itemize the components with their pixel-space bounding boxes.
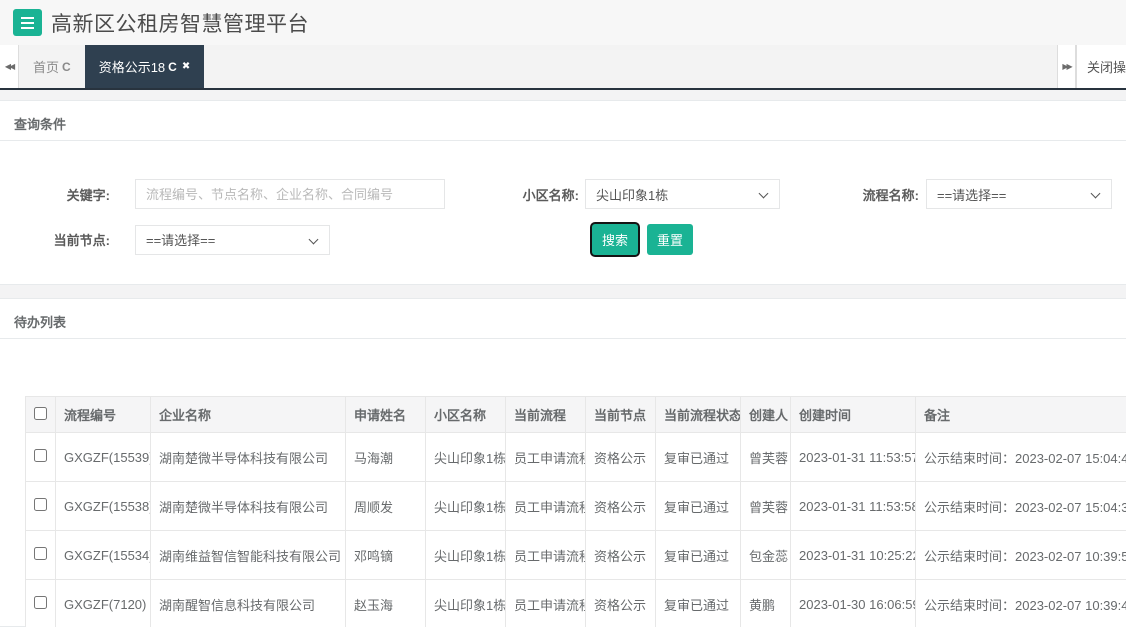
cell-process-status: 复审已通过 [656, 531, 741, 580]
app-title: 高新区公租房智慧管理平台 [51, 8, 309, 38]
chevron-down-icon [309, 234, 319, 244]
table-row: GXGZF(15538) 湖南楚微半导体科技有限公司 周顺发 尖山印象1栋 员工… [26, 482, 1126, 531]
reset-button[interactable]: 重置 [647, 224, 693, 255]
col-process-status: 当前流程状态 [656, 397, 741, 433]
cell-company-name: 湖南楚微半导体科技有限公司 [151, 482, 346, 531]
cell-current-process: 员工申请流程 [506, 482, 586, 531]
col-applicant-name: 申请姓名 [346, 397, 426, 433]
chevron-down-icon [1091, 189, 1101, 199]
cell-company-name: 湖南醒智信息科技有限公司 [151, 580, 346, 627]
col-community-name: 小区名称 [426, 397, 506, 433]
cell-process-number: GXGZF(15534) [56, 531, 151, 580]
table-row: GXGZF(15534) 湖南维益智信智能科技有限公司 邓鸣镝 尖山印象1栋 员… [26, 531, 1126, 580]
cell-current-process: 员工申请流程 [506, 433, 586, 482]
search-button[interactable]: 搜索 [592, 224, 638, 255]
todo-table: 流程编号 企业名称 申请姓名 小区名称 当前流程 当前节点 当前流程状态 创建人… [25, 396, 1126, 627]
row-checkbox[interactable] [34, 547, 47, 560]
table-row: GXGZF(7120) 湖南醒智信息科技有限公司 赵玉海 尖山印象1栋 员工申请… [26, 580, 1126, 627]
cell-create-time: 2023-01-31 11:53:58 [791, 482, 916, 531]
cell-company-name: 湖南楚微半导体科技有限公司 [151, 433, 346, 482]
cell-community-name: 尖山印象1栋 [426, 482, 506, 531]
process-select-value: ==请选择== [937, 185, 1006, 204]
todo-panel: 待办列表 流程编号 企业名称 申请姓名 小区名称 当前流程 当前节点 当前流程状… [0, 298, 1126, 627]
cell-process-status: 复审已通过 [656, 433, 741, 482]
cell-applicant-name: 赵玉海 [346, 580, 426, 627]
cell-process-status: 复审已通过 [656, 482, 741, 531]
tab-home[interactable]: 首页C [19, 45, 85, 88]
tab-qualification-publicity[interactable]: 资格公示18C ✖ [85, 45, 205, 88]
cell-current-node: 资格公示 [586, 482, 656, 531]
refresh-icon[interactable]: C [168, 60, 177, 74]
row-checkbox[interactable] [34, 596, 47, 609]
row-checkbox[interactable] [34, 449, 47, 462]
tabs-scroll-left-icon[interactable]: ◀◀ [0, 45, 19, 88]
cell-process-number: GXGZF(7120) [56, 580, 151, 627]
cell-current-node: 资格公示 [586, 433, 656, 482]
cell-remark: 公示结束时间：2023-02-07 10:39:53 [916, 531, 1126, 580]
cell-creator: 包金蕊 [741, 531, 791, 580]
table-row: GXGZF(15539) 湖南楚微半导体科技有限公司 马海潮 尖山印象1栋 员工… [26, 433, 1126, 482]
chevron-down-icon [759, 189, 769, 199]
cell-current-node: 资格公示 [586, 531, 656, 580]
process-name-label: 流程名称: [780, 185, 926, 204]
cell-remark: 公示结束时间：2023-02-07 15:04:42 [916, 433, 1126, 482]
cell-creator: 曾芙蓉 [741, 482, 791, 531]
cell-applicant-name: 邓鸣镝 [346, 531, 426, 580]
refresh-icon[interactable]: C [62, 60, 71, 74]
cell-applicant-name: 马海潮 [346, 433, 426, 482]
search-panel: 查询条件 关键字: 小区名称: 尖山印象1栋 流程名称: ==请选择== 当前节… [0, 100, 1126, 285]
process-name-select[interactable]: ==请选择== [926, 179, 1112, 209]
current-node-label: 当前节点: [0, 230, 135, 249]
cell-remark: 公示结束时间：2023-02-07 10:39:42 [916, 580, 1126, 627]
cell-company-name: 湖南维益智信智能科技有限公司 [151, 531, 346, 580]
col-create-time: 创建时间 [791, 397, 916, 433]
cell-create-time: 2023-01-30 16:06:59 [791, 580, 916, 627]
cell-create-time: 2023-01-31 10:25:22 [791, 531, 916, 580]
current-node-select[interactable]: ==请选择== [135, 225, 330, 255]
cell-community-name: 尖山印象1栋 [426, 433, 506, 482]
col-current-node: 当前节点 [586, 397, 656, 433]
cell-applicant-name: 周顺发 [346, 482, 426, 531]
row-checkbox[interactable] [34, 498, 47, 511]
search-panel-title: 查询条件 [0, 101, 1126, 141]
cell-community-name: 尖山印象1栋 [426, 580, 506, 627]
cell-process-number: GXGZF(15539) [56, 433, 151, 482]
cell-community-name: 尖山印象1栋 [426, 531, 506, 580]
cell-process-number: GXGZF(15538) [56, 482, 151, 531]
col-process-number: 流程编号 [56, 397, 151, 433]
cell-current-process: 员工申请流程 [506, 531, 586, 580]
select-all-checkbox[interactable] [34, 407, 47, 420]
col-creator: 创建人 [741, 397, 791, 433]
cell-current-process: 员工申请流程 [506, 580, 586, 627]
community-select[interactable]: 尖山印象1栋 [585, 179, 780, 209]
table-header-row: 流程编号 企业名称 申请姓名 小区名称 当前流程 当前节点 当前流程状态 创建人… [26, 397, 1126, 433]
cell-creator: 曾芙蓉 [741, 433, 791, 482]
cell-create-time: 2023-01-31 11:53:57 [791, 433, 916, 482]
tab-active-label: 资格公示18 [99, 57, 165, 76]
cell-current-node: 资格公示 [586, 580, 656, 627]
cell-remark: 公示结束时间：2023-02-07 15:04:35 [916, 482, 1126, 531]
keyword-input[interactable] [135, 179, 445, 209]
tabbar-spacer [204, 45, 1057, 88]
close-operations-menu[interactable]: 关闭操作 [1076, 45, 1126, 88]
cell-creator: 黄鹏 [741, 580, 791, 627]
keyword-label: 关键字: [0, 185, 135, 204]
col-company-name: 企业名称 [151, 397, 346, 433]
cell-process-status: 复审已通过 [656, 580, 741, 627]
col-current-process: 当前流程 [506, 397, 586, 433]
node-select-value: ==请选择== [146, 230, 215, 249]
community-select-value: 尖山印象1栋 [596, 185, 668, 204]
community-label: 小区名称: [445, 185, 585, 204]
todo-panel-title: 待办列表 [0, 299, 1126, 339]
top-header: 高新区公租房智慧管理平台 [0, 0, 1126, 45]
tab-home-label: 首页 [33, 57, 59, 76]
tab-bar: ◀◀ 首页C 资格公示18C✖ ▶▶ 关闭操作 [0, 45, 1126, 90]
tabs-scroll-right-icon[interactable]: ▶▶ [1057, 45, 1076, 88]
close-icon[interactable]: ✖ [182, 61, 190, 72]
hamburger-menu-icon[interactable] [13, 9, 42, 36]
col-remark: 备注 [916, 397, 1126, 433]
